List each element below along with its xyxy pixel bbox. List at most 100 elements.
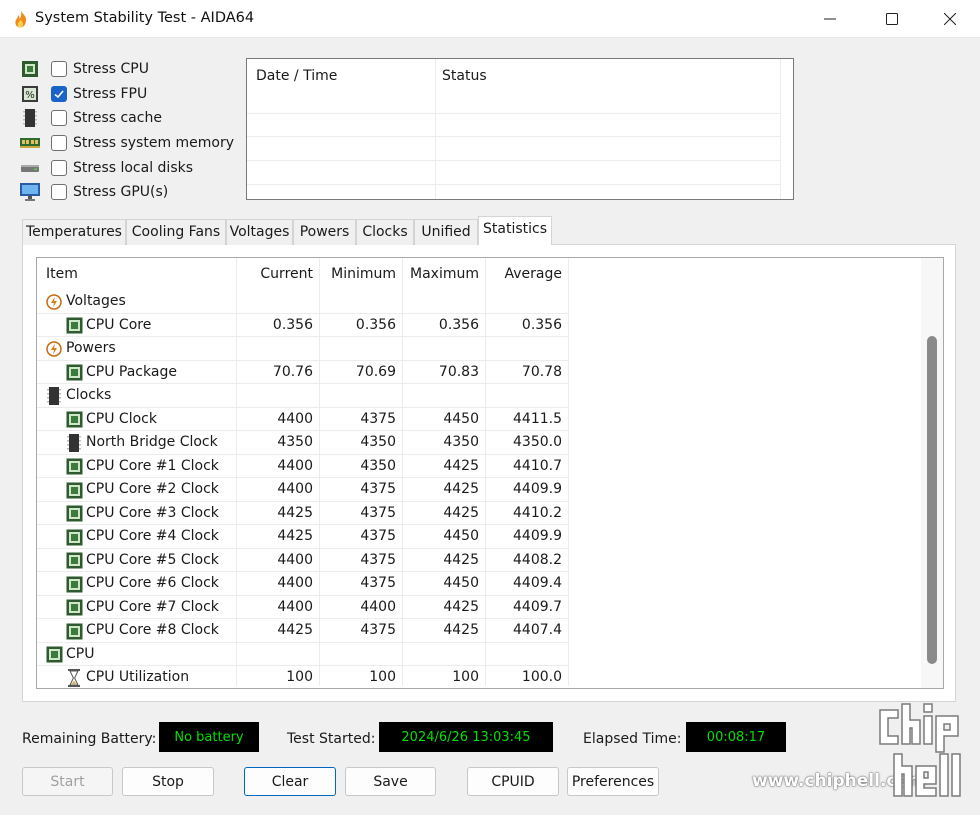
tab-cooling-fans[interactable]: Cooling Fans xyxy=(126,219,226,245)
current-value: 4425 xyxy=(277,528,313,544)
disk-icon xyxy=(20,159,40,177)
minimize-button[interactable] xyxy=(805,0,855,38)
stress-cache-checkbox[interactable] xyxy=(51,110,67,126)
stress-cache-option[interactable]: Stress cache xyxy=(20,107,162,129)
maximum-value: 4450 xyxy=(443,528,479,544)
tab-statistics[interactable]: Statistics xyxy=(478,216,552,245)
cpu-chip-icon xyxy=(65,528,83,546)
table-row[interactable]: CPU Core #1 Clock 4400 4350 4425 4410.7 xyxy=(37,455,569,478)
tab-voltages[interactable]: Voltages xyxy=(226,219,293,245)
current-value: 4400 xyxy=(277,575,313,591)
maximum-value: 4425 xyxy=(443,598,479,615)
table-row[interactable]: CPU Core #6 Clock 4400 4375 4450 4409.4 xyxy=(37,572,569,596)
stop-button[interactable]: Stop xyxy=(122,767,214,796)
memory-icon xyxy=(20,134,40,152)
clear-button[interactable]: Clear xyxy=(244,767,336,796)
minimum-value: 4375 xyxy=(360,410,396,427)
cpu-chip-icon xyxy=(45,646,63,664)
current-column-header[interactable]: Current xyxy=(237,266,313,282)
table-row[interactable]: CPU Core #2 Clock 4400 4375 4425 4409.9 xyxy=(37,478,569,502)
stress-disks-option[interactable]: Stress local disks xyxy=(20,157,193,179)
test-started-value: 2024/6/26 13:03:45 xyxy=(379,722,553,752)
average-value: 4350.0 xyxy=(513,434,562,450)
table-row[interactable]: CPU Core 0.356 0.356 0.356 0.356 xyxy=(37,314,569,337)
group-row[interactable]: CPU xyxy=(37,643,569,666)
lightning-icon xyxy=(45,340,63,358)
table-row[interactable]: CPU Core #5 Clock 4400 4375 4425 4408.2 xyxy=(37,549,569,572)
datetime-column-header[interactable]: Date / Time xyxy=(256,68,337,84)
cpu-chip-icon xyxy=(65,411,83,429)
vertical-scrollbar[interactable] xyxy=(921,258,943,688)
cpu-chip-icon xyxy=(65,622,83,640)
stress-fpu-option[interactable]: % Stress FPU xyxy=(20,83,147,105)
maximum-value: 4425 xyxy=(443,504,479,521)
item-column-header[interactable]: Item xyxy=(46,266,78,282)
current-value: 4425 xyxy=(277,622,313,638)
stress-memory-option[interactable]: Stress system memory xyxy=(20,132,234,154)
stress-cache-label: Stress cache xyxy=(73,110,162,126)
status-column-header[interactable]: Status xyxy=(442,68,487,84)
tab-temperatures[interactable]: Temperatures xyxy=(22,219,126,245)
test-started-label: Test Started: xyxy=(287,731,376,747)
maximum-column-header[interactable]: Maximum xyxy=(403,266,479,282)
column-divider xyxy=(780,59,781,199)
table-row[interactable]: CPU Utilization 100 100 100 100.0 xyxy=(37,666,569,688)
tab-powers[interactable]: Powers xyxy=(293,219,356,245)
current-value: 70.76 xyxy=(272,363,313,380)
event-log-header: Date / Time Status xyxy=(247,59,793,113)
average-value: 4409.9 xyxy=(513,481,562,497)
table-row[interactable]: CPU Core #8 Clock 4425 4375 4425 4407.4 xyxy=(37,619,569,643)
elapsed-time-value: 00:08:17 xyxy=(686,722,786,752)
stress-cpu-option[interactable]: Stress CPU xyxy=(20,58,149,80)
maximum-value: 4450 xyxy=(443,575,479,591)
stress-disks-checkbox[interactable] xyxy=(51,160,67,176)
item-name: CPU Core #6 Clock xyxy=(86,575,219,591)
group-label: Powers xyxy=(66,340,116,356)
battery-value: No battery xyxy=(159,722,259,752)
save-button[interactable]: Save xyxy=(345,767,436,796)
table-row[interactable]: North Bridge Clock 4350 4350 4350 4350.0 xyxy=(37,431,569,455)
start-button[interactable]: Start xyxy=(22,767,113,796)
table-row[interactable]: CPU Clock 4400 4375 4450 4411.5 xyxy=(37,408,569,431)
close-button[interactable] xyxy=(925,0,975,38)
maximum-value: 4425 xyxy=(443,457,479,474)
average-column-header[interactable]: Average xyxy=(486,266,563,282)
current-value: 0.356 xyxy=(272,316,313,333)
group-row[interactable]: Voltages xyxy=(37,290,569,314)
table-row[interactable]: CPU Core #7 Clock 4400 4400 4425 4409.7 xyxy=(37,596,569,619)
table-row[interactable]: CPU Core #4 Clock 4425 4375 4450 4409.9 xyxy=(37,525,569,549)
current-value: 4425 xyxy=(277,504,313,521)
group-row[interactable]: Clocks xyxy=(37,384,569,408)
maximum-value: 4450 xyxy=(443,410,479,427)
minimum-value: 4375 xyxy=(360,528,396,544)
table-row[interactable]: CPU Core #3 Clock 4425 4375 4425 4410.2 xyxy=(37,502,569,525)
cpu-chip-icon xyxy=(65,505,83,523)
stress-fpu-checkbox[interactable] xyxy=(51,86,67,102)
average-value: 4409.4 xyxy=(513,575,562,591)
statistics-table[interactable]: Item Current Minimum Maximum Average Vol… xyxy=(36,257,944,689)
stress-memory-checkbox[interactable] xyxy=(51,135,67,151)
minimum-value: 4375 xyxy=(360,622,396,638)
tab-clocks[interactable]: Clocks xyxy=(356,219,414,245)
average-value: 4408.2 xyxy=(513,551,562,568)
group-row[interactable]: Powers xyxy=(37,337,569,361)
minimum-value: 4375 xyxy=(360,481,396,497)
table-row[interactable]: CPU Package 70.76 70.69 70.83 70.78 xyxy=(37,361,569,384)
stress-cpu-checkbox[interactable] xyxy=(51,61,67,77)
tab-unified[interactable]: Unified xyxy=(414,219,478,245)
stress-gpu-checkbox[interactable] xyxy=(51,184,67,200)
minimum-column-header[interactable]: Minimum xyxy=(320,266,396,282)
stress-gpu-option[interactable]: Stress GPU(s) xyxy=(20,181,168,203)
maximize-button[interactable] xyxy=(867,0,917,38)
preferences-button[interactable]: Preferences xyxy=(567,767,659,796)
cpuid-button[interactable]: CPUID xyxy=(467,767,559,796)
item-name: CPU Core #8 Clock xyxy=(86,622,219,638)
item-name: CPU Core #4 Clock xyxy=(86,528,219,544)
scrollbar-thumb[interactable] xyxy=(927,336,937,664)
minimum-value: 4350 xyxy=(360,434,396,450)
event-log-table[interactable]: Date / Time Status xyxy=(246,58,794,200)
minimum-value: 70.69 xyxy=(355,363,396,380)
minimum-value: 4375 xyxy=(360,575,396,591)
average-value: 4410.7 xyxy=(513,457,562,474)
row-divider xyxy=(247,136,781,137)
